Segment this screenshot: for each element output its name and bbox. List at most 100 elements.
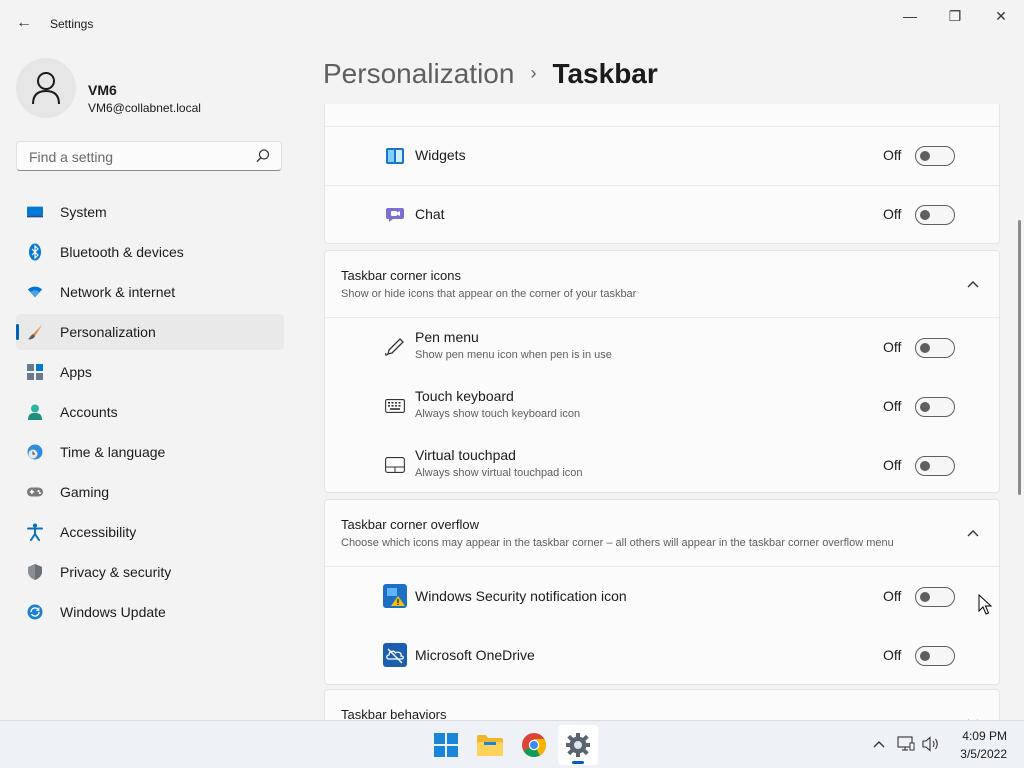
user-name: VM6 <box>88 82 117 98</box>
mouse-cursor-icon <box>978 594 992 615</box>
sidebar-item-personalization[interactable]: Personalization <box>16 314 284 350</box>
page-title: Taskbar <box>552 58 658 89</box>
minimize-button[interactable]: — <box>887 0 933 32</box>
sidebar-item-label: Personalization <box>60 324 156 340</box>
windows-security-label: Windows Security notification icon <box>415 588 627 604</box>
sidebar-item-privacy-security[interactable]: Privacy & security <box>16 554 284 590</box>
chrome-icon <box>522 733 546 757</box>
sidebar-item-windows-update[interactable]: Windows Update <box>16 594 284 630</box>
sidebar-item-label: Network & internet <box>60 284 176 300</box>
windows-start-icon <box>434 733 458 757</box>
close-button[interactable]: ✕ <box>978 0 1024 32</box>
virtual-touchpad-label: Virtual touchpad <box>415 447 516 463</box>
avatar[interactable] <box>16 58 76 118</box>
scrollbar-thumb[interactable] <box>1018 220 1021 495</box>
title-bar: ← Settings — ❐ ✕ <box>0 0 1024 48</box>
network-icon[interactable] <box>897 735 915 753</box>
sidebar-item-time-language[interactable]: Time & language <box>16 434 284 470</box>
sidebar-item-system[interactable]: System <box>16 194 284 230</box>
apps-icon <box>27 364 43 380</box>
sidebar-item-label: Accessibility <box>60 524 137 540</box>
sidebar-item-label: Apps <box>60 364 92 380</box>
pen-menu-description: Show pen menu icon when pen is in use <box>415 349 612 361</box>
chevron-up-icon[interactable] <box>965 276 981 292</box>
windows-security-state: Off <box>883 588 902 604</box>
sidebar-item-label: System <box>60 204 107 220</box>
touch-keyboard-description: Always show touch keyboard icon <box>415 408 581 420</box>
sidebar-item-label: Time & language <box>60 444 166 460</box>
start-button[interactable] <box>426 725 466 765</box>
virtual-touchpad-row: Virtual touchpad Always show virtual tou… <box>325 436 999 494</box>
file-explorer-button[interactable] <box>470 725 510 765</box>
clock-date[interactable]: 3/5/2022 <box>955 747 1007 761</box>
search-input[interactable] <box>27 147 251 167</box>
chat-toggle[interactable] <box>915 205 955 225</box>
sidebar-item-gaming[interactable]: Gaming <box>16 474 284 510</box>
accounts-icon <box>27 404 43 420</box>
touchpad-icon <box>385 455 405 475</box>
bluetooth-icon <box>27 243 43 261</box>
shield-icon <box>27 564 43 580</box>
keyboard-icon <box>385 396 405 416</box>
volume-icon[interactable] <box>922 735 940 753</box>
gear-icon <box>566 733 590 757</box>
maximize-button[interactable]: ❐ <box>932 0 978 32</box>
user-email: VM6@collabnet.local <box>88 101 201 115</box>
os-taskbar: 4:09 PM 3/5/2022 <box>0 720 1024 768</box>
widgets-state: Off <box>883 147 902 163</box>
widgets-toggle[interactable] <box>915 146 955 166</box>
taskbar-behaviors-card[interactable]: Taskbar behaviors <box>324 689 1000 720</box>
corner-overflow-header[interactable]: Taskbar corner overflow Choose which ico… <box>325 500 999 566</box>
search-box[interactable] <box>16 141 282 171</box>
chat-state: Off <box>883 206 902 222</box>
onedrive-toggle[interactable] <box>915 646 955 666</box>
chat-row: Chat Off <box>325 186 999 244</box>
breadcrumb: Personalization › Taskbar <box>323 58 658 90</box>
chat-icon <box>385 205 405 225</box>
sidebar-item-accounts[interactable]: Accounts <box>16 394 284 430</box>
folder-icon <box>477 735 503 756</box>
chevron-up-icon[interactable] <box>965 525 981 541</box>
pen-menu-toggle[interactable] <box>915 338 955 358</box>
sidebar-item-label: Privacy & security <box>60 564 172 580</box>
corner-icons-card: Taskbar corner icons Show or hide icons … <box>324 250 1000 493</box>
widgets-row: Widgets Off <box>325 127 999 185</box>
pen-icon <box>385 337 405 357</box>
search-icon[interactable] <box>255 148 271 164</box>
corner-overflow-description: Choose which icons may appear in the tas… <box>341 537 894 549</box>
taskbar-behaviors-title: Taskbar behaviors <box>341 707 447 720</box>
clock-time[interactable]: 4:09 PM <box>955 729 1007 743</box>
chrome-button[interactable] <box>514 725 554 765</box>
onedrive-icon <box>383 643 407 667</box>
sidebar-item-bluetooth[interactable]: Bluetooth & devices <box>16 234 284 270</box>
chat-label: Chat <box>415 206 445 222</box>
corner-icons-description: Show or hide icons that appear on the co… <box>341 288 637 300</box>
pen-menu-row: Pen menu Show pen menu icon when pen is … <box>325 318 999 377</box>
corner-overflow-card: Taskbar corner overflow Choose which ico… <box>324 499 1000 685</box>
sidebar-item-accessibility[interactable]: Accessibility <box>16 514 284 550</box>
person-icon <box>32 72 60 105</box>
chevron-up-icon[interactable] <box>870 735 888 753</box>
wifi-icon <box>27 284 43 300</box>
corner-icons-header[interactable]: Taskbar corner icons Show or hide icons … <box>325 251 999 317</box>
breadcrumb-parent[interactable]: Personalization <box>323 58 514 89</box>
windows-security-toggle[interactable] <box>915 587 955 607</box>
breadcrumb-separator: › <box>530 63 537 83</box>
pen-menu-label: Pen menu <box>415 329 479 345</box>
sidebar-item-apps[interactable]: Apps <box>16 354 284 390</box>
sidebar-item-label: Bluetooth & devices <box>60 244 184 260</box>
virtual-touchpad-toggle[interactable] <box>915 456 955 476</box>
touch-keyboard-row: Touch keyboard Always show touch keyboar… <box>325 377 999 436</box>
back-button[interactable]: ← <box>14 13 34 33</box>
touch-keyboard-state: Off <box>883 398 902 414</box>
virtual-touchpad-description: Always show virtual touchpad icon <box>415 467 583 479</box>
sidebar-item-network[interactable]: Network & internet <box>16 274 284 310</box>
sidebar-item-label: Gaming <box>60 484 110 500</box>
corner-icons-title: Taskbar corner icons <box>341 268 461 283</box>
touch-keyboard-toggle[interactable] <box>915 397 955 417</box>
settings-app-button[interactable] <box>558 725 598 765</box>
sidebar-item-label: Windows Update <box>60 604 166 620</box>
nav-list: System Bluetooth & devices Network & int… <box>16 194 284 634</box>
taskbar-items-card: Widgets Off Chat Off <box>324 104 1000 244</box>
clock-globe-icon <box>27 444 43 460</box>
